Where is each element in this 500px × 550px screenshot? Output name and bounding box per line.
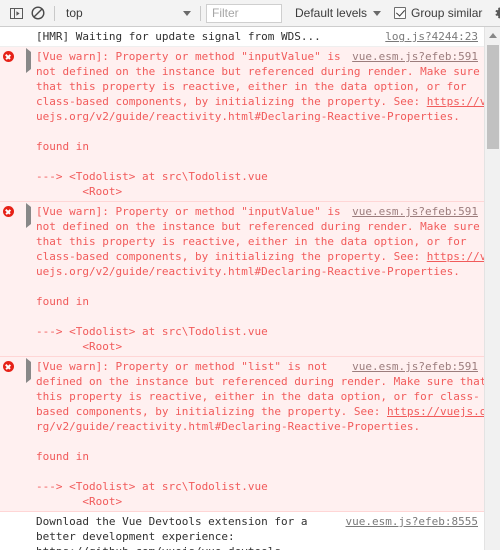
- console-message-error[interactable]: [Vue warn]: Property or method "inputVal…: [0, 202, 500, 357]
- devtools-console-panel: top Default levels Group similar [HMR] W…: [0, 0, 500, 550]
- message-text: [Vue warn]: Property or method "inputVal…: [36, 205, 487, 353]
- console-scrollbar[interactable]: [484, 27, 500, 550]
- expand-arrow: [26, 513, 36, 550]
- message-gutter: [0, 203, 26, 354]
- chevron-right-icon: [26, 358, 31, 383]
- execution-context-select[interactable]: top: [60, 4, 195, 23]
- clear-console-icon[interactable]: [27, 3, 49, 24]
- message-text: [Vue warn]: Property or method "list" is…: [36, 360, 487, 508]
- inline-url-link[interactable]: https://v: [427, 250, 487, 263]
- group-similar-label: Group similar: [411, 6, 483, 20]
- sidebar-toggle-icon[interactable]: [5, 3, 27, 24]
- message-text: [Vue warn]: Property or method "inputVal…: [36, 50, 487, 198]
- console-messages: [HMR] Waiting for update signal from WDS…: [0, 27, 500, 550]
- inline-url-link[interactable]: https://v: [427, 95, 487, 108]
- log-levels-select[interactable]: Default levels: [289, 4, 385, 23]
- toolbar-divider-1: [54, 5, 55, 21]
- expand-arrow[interactable]: [26, 203, 36, 354]
- gear-icon[interactable]: [491, 4, 500, 23]
- error-icon: [3, 206, 14, 217]
- scroll-up-arrow-icon: [488, 32, 497, 38]
- console-message-log[interactable]: Download the Vue Devtools extension for …: [0, 512, 500, 550]
- console-message-error[interactable]: [Vue warn]: Property or method "inputVal…: [0, 47, 500, 202]
- chevron-down-icon: [373, 10, 382, 16]
- filter-input[interactable]: [206, 3, 282, 23]
- chevron-down-icon: [183, 10, 191, 16]
- scrollbar-thumb[interactable]: [487, 45, 499, 149]
- execution-context-label: top: [66, 6, 83, 20]
- console-message-log[interactable]: [HMR] Waiting for update signal from WDS…: [0, 27, 500, 47]
- source-location-link[interactable]: log.js?4244:23: [385, 29, 478, 44]
- source-location-link[interactable]: vue.esm.js?efeb:591: [352, 204, 478, 219]
- error-icon: [3, 51, 14, 62]
- toolbar-divider-2: [200, 5, 201, 21]
- chevron-right-icon: [26, 48, 31, 73]
- expand-arrow[interactable]: [26, 358, 36, 509]
- console-toolbar: top Default levels Group similar: [0, 0, 500, 27]
- message-gutter: [0, 48, 26, 199]
- expand-arrow[interactable]: [26, 48, 36, 199]
- console-message-list[interactable]: [HMR] Waiting for update signal from WDS…: [0, 27, 500, 550]
- source-location-link[interactable]: vue.esm.js?efeb:591: [352, 49, 478, 64]
- group-similar-checkbox[interactable]: [394, 7, 407, 19]
- log-levels-label: Default levels: [295, 6, 368, 20]
- error-icon: [3, 361, 14, 372]
- message-gutter: [0, 513, 26, 550]
- inline-url-link[interactable]: https://vuejs.o: [387, 405, 486, 418]
- inline-url-link[interactable]: https://github.com/vuejs/vue-devtools: [36, 545, 281, 550]
- message-gutter: [0, 28, 26, 44]
- chevron-right-icon: [26, 203, 31, 228]
- source-location-link[interactable]: vue.esm.js?efeb:8555: [346, 514, 478, 529]
- source-location-link[interactable]: vue.esm.js?efeb:591: [352, 359, 478, 374]
- group-similar-toggle[interactable]: Group similar: [394, 6, 482, 20]
- console-message-error[interactable]: [Vue warn]: Property or method "list" is…: [0, 357, 500, 512]
- scroll-up-button[interactable]: [485, 27, 500, 43]
- expand-arrow: [26, 28, 36, 44]
- message-gutter: [0, 358, 26, 509]
